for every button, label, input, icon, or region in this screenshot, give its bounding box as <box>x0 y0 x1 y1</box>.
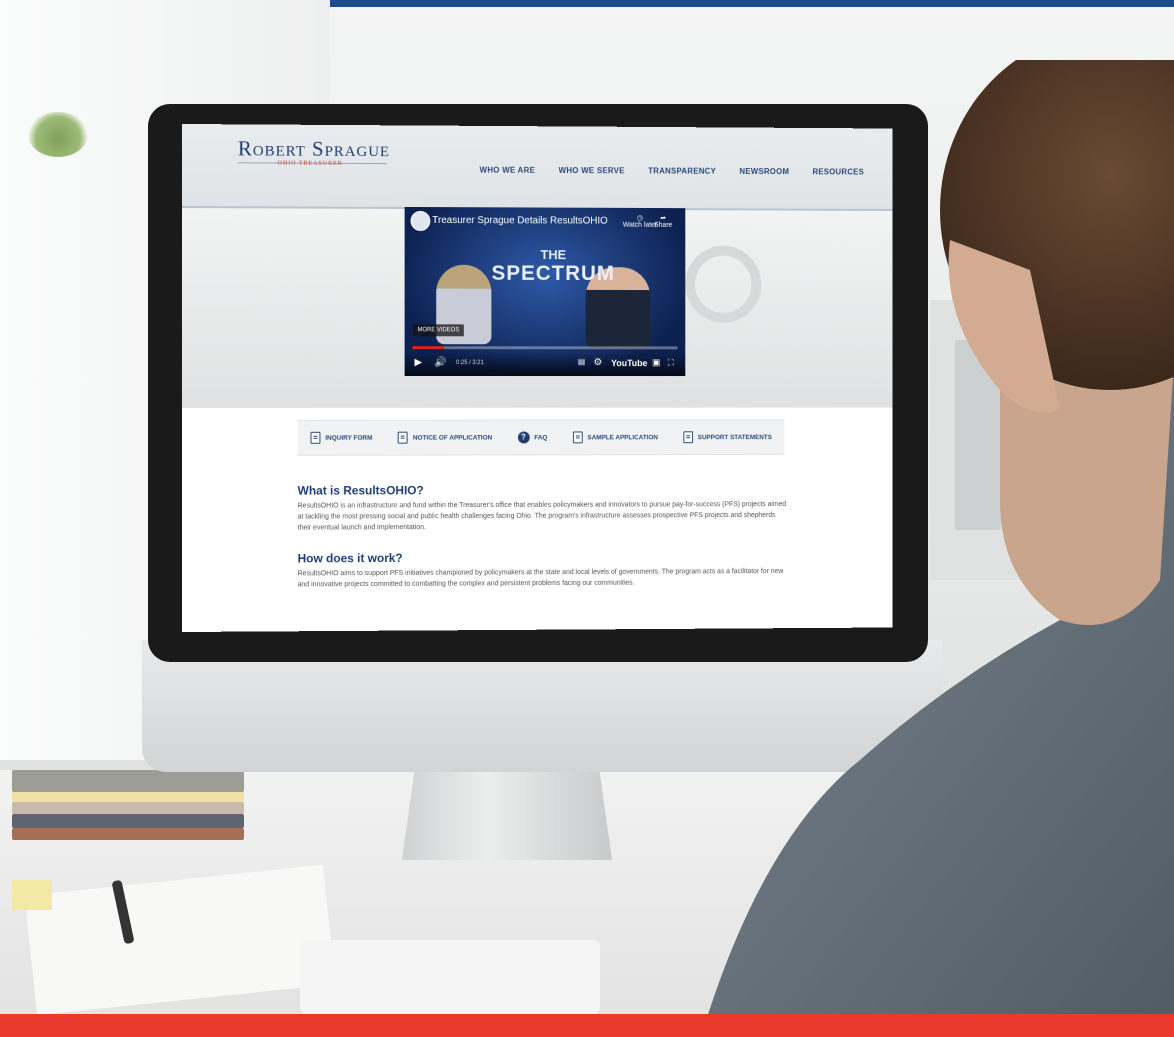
bottom-color-band <box>0 1014 1174 1037</box>
play-icon[interactable]: ▶ <box>415 357 423 368</box>
notebook <box>12 814 244 828</box>
person-viewing-monitor <box>700 60 1174 1037</box>
sticky-note <box>12 880 52 910</box>
monitor-stand <box>402 770 612 860</box>
photo-scene: Robert Sprague OHIO TREASURER WHO WE ARE… <box>0 0 1174 1037</box>
link-label: SAMPLE APPLICATION <box>587 433 658 441</box>
share-arrow-icon: ➦ <box>660 214 667 222</box>
clock-icon: ◷ <box>637 214 643 222</box>
link-faq[interactable]: ? FAQ <box>517 431 548 444</box>
show-logo-word: SPECTRUM <box>491 261 615 286</box>
logo-subtitle: OHIO TREASURER <box>277 160 343 167</box>
settings-gear-icon[interactable]: ⚙ <box>593 357 602 368</box>
link-inquiry-form[interactable]: INQUIRY FORM <box>310 431 373 444</box>
link-label: FAQ <box>534 433 548 441</box>
nav-who-we-serve[interactable]: WHO WE SERVE <box>559 166 625 175</box>
fullscreen-icon[interactable]: ⛶ <box>668 357 674 368</box>
keyboard <box>300 940 600 1014</box>
show-logo-the: THE <box>540 247 567 263</box>
video-time: 0:25 / 3:21 <box>455 360 484 367</box>
link-label: NOTICE OF APPLICATION <box>412 434 493 442</box>
document-icon <box>310 431 321 444</box>
video-progress-fill <box>412 346 445 350</box>
video-progress-bar[interactable] <box>412 346 678 350</box>
show-logo: THE SPECTRUM <box>489 247 617 286</box>
captions-icon[interactable]: ▤ <box>578 357 585 366</box>
embedded-video-player[interactable]: THE SPECTRUM Treasurer Sprague Details R… <box>404 206 686 377</box>
youtube-logo[interactable]: YouTube <box>611 358 647 368</box>
link-notice-of-application[interactable]: NOTICE OF APPLICATION <box>398 431 493 444</box>
document-icon <box>572 431 583 444</box>
notebook <box>12 828 244 840</box>
channel-avatar[interactable] <box>410 210 431 231</box>
link-label: INQUIRY FORM <box>325 434 373 442</box>
more-videos-button[interactable]: MORE VIDEOS <box>412 324 465 337</box>
link-sample-application[interactable]: SAMPLE APPLICATION <box>572 431 658 444</box>
nav-who-we-are[interactable]: WHO WE ARE <box>480 166 536 175</box>
cast-icon[interactable]: ▣ <box>652 357 660 368</box>
document-icon <box>398 431 408 444</box>
volume-icon[interactable]: 🔊 <box>434 357 446 368</box>
share-label: Share <box>654 221 673 229</box>
site-logo[interactable]: Robert Sprague <box>238 136 390 162</box>
faq-icon: ? <box>517 431 530 444</box>
notebook <box>12 770 244 792</box>
watch-later-button[interactable]: ◷ Watch later <box>623 214 657 229</box>
background-plant <box>28 112 88 157</box>
video-title[interactable]: Treasurer Sprague Details ResultsOHIO <box>432 215 607 227</box>
video-controls: ▶ 🔊 0:25 / 3:21 ▤ ⚙ YouTube ▣ ⛶ <box>404 352 686 377</box>
notebook <box>12 792 244 802</box>
watch-later-label: Watch later <box>622 221 658 229</box>
notebook <box>12 802 244 814</box>
document-icon <box>683 431 693 444</box>
share-button[interactable]: ➦ Share <box>654 214 672 229</box>
